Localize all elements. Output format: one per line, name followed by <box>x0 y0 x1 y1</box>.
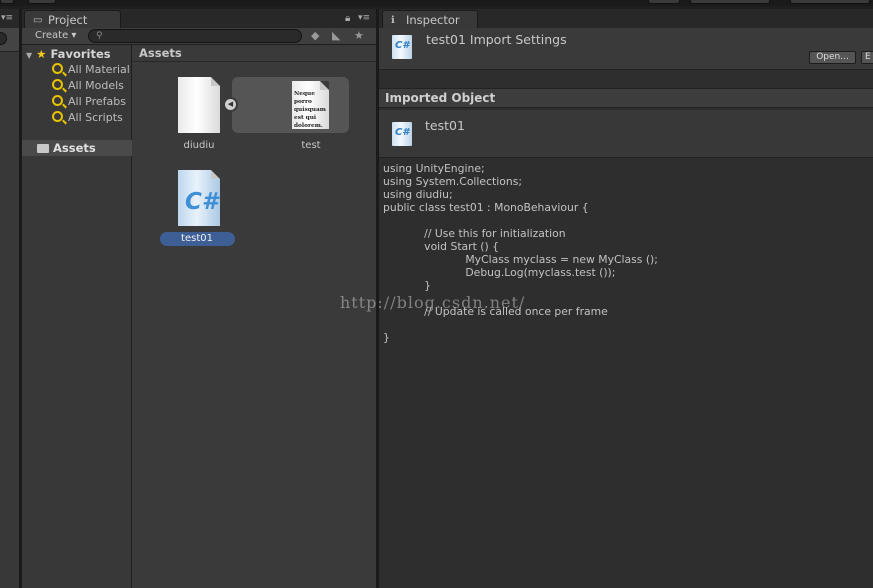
left-panel-header: ▾≡ <box>0 9 19 28</box>
search-icon <box>52 95 63 106</box>
favorites-label: Favorites <box>50 47 111 61</box>
favorite-label: All Scripts <box>68 111 123 124</box>
top-button[interactable] <box>0 0 14 4</box>
favorite-item-models[interactable]: All Models <box>52 79 124 92</box>
search-icon <box>52 63 63 74</box>
asset-grid: Assets diudiu ◀ Neque porro quisquam est… <box>132 45 376 588</box>
search-input[interactable]: ⚲ <box>88 29 302 43</box>
script-preview: using UnityEngine; using System.Collecti… <box>383 162 658 344</box>
inspector-tab-bar: ℹ Inspector <box>379 9 873 28</box>
tree-assets-label: Assets <box>53 141 96 155</box>
search-icon: ⚲ <box>96 31 103 41</box>
object-name: test01 <box>425 118 465 133</box>
panel-menu-icon[interactable]: ▾≡ <box>1 13 13 23</box>
top-button[interactable] <box>690 0 770 4</box>
favorite-item-scripts[interactable]: All Scripts <box>52 111 123 124</box>
expand-arrow-icon[interactable]: ◀ <box>223 97 238 112</box>
tab-project[interactable]: ▭ Project <box>24 10 121 28</box>
favorites-header[interactable]: ▼ ★ Favorites <box>26 47 111 61</box>
folder-icon <box>37 144 49 153</box>
imported-object-row: C# test01 <box>379 110 873 158</box>
asset-tile-test[interactable] <box>232 77 349 133</box>
project-tab-bar: ▭ Project 🔒︎ ▾≡ <box>22 9 376 28</box>
text-asset-icon[interactable] <box>178 77 220 133</box>
panel-divider[interactable] <box>19 9 22 588</box>
project-toolbar: Create ▾ ⚲ ◆ ◣ ★ <box>22 28 376 45</box>
asset-label-diudiu: diudiu <box>183 140 215 151</box>
search-icon <box>52 111 63 122</box>
tab-inspector[interactable]: ℹ Inspector <box>382 10 478 28</box>
left-search-field[interactable] <box>0 32 7 45</box>
star-icon: ★ <box>36 47 47 61</box>
filter-by-type-icon[interactable]: ◆ <box>311 29 319 42</box>
watermark: http://blog.csdn.net/ <box>340 293 526 312</box>
inspector-header: C# test01 Import Settings Open... E <box>379 28 873 70</box>
search-icon <box>52 79 63 90</box>
grid-breadcrumb: Assets <box>132 45 376 62</box>
saved-search-star-icon[interactable]: ★ <box>354 29 364 42</box>
text-asset-preview-icon: Neque porro quisquam est qui dolorem. <box>292 81 329 129</box>
inspector-title: test01 Import Settings <box>426 32 567 47</box>
favorite-label: All Prefabs <box>68 95 126 108</box>
left-panel-toolbar <box>0 28 19 52</box>
tab-project-label: Project <box>48 13 88 27</box>
top-button[interactable] <box>648 0 680 4</box>
folder-icon: ▭ <box>33 15 43 26</box>
asset-label-test01: test01 <box>181 233 213 244</box>
tab-inspector-label: Inspector <box>406 13 460 27</box>
open-button[interactable]: Open... <box>809 51 856 64</box>
imported-object-header: Imported Object <box>379 88 873 108</box>
left-panel: ▾≡ <box>0 9 19 588</box>
favorite-label: All Material <box>68 63 130 76</box>
project-panel: ▭ Project 🔒︎ ▾≡ Create ▾ ⚲ ◆ ◣ ★ ▼ ★ Fav… <box>22 9 376 588</box>
preview-text: Neque porro quisquam est qui dolorem. <box>294 91 326 129</box>
csharp-script-icon: C# <box>392 35 412 59</box>
asset-label-test: test <box>301 140 321 151</box>
tree-item-assets[interactable]: Assets <box>22 140 132 156</box>
favorite-item-materials[interactable]: All Material <box>52 63 130 76</box>
collapse-arrow-icon[interactable]: ▼ <box>26 51 32 60</box>
lock-icon[interactable]: 🔒︎ <box>345 13 350 24</box>
top-button[interactable] <box>790 0 870 4</box>
favorite-item-prefabs[interactable]: All Prefabs <box>52 95 126 108</box>
folder-tree: ▼ ★ Favorites All Material All Models Al… <box>22 45 132 588</box>
top-button[interactable] <box>28 0 56 4</box>
filter-by-label-icon[interactable]: ◣ <box>332 29 340 42</box>
create-button[interactable]: Create ▾ <box>29 29 81 44</box>
favorite-label: All Models <box>68 79 124 92</box>
csharp-glyph: C# <box>185 189 218 215</box>
execution-order-button[interactable]: E <box>861 51 873 64</box>
csharp-script-icon[interactable]: C# <box>178 170 220 226</box>
csharp-script-icon: C# <box>392 122 412 146</box>
info-icon: ℹ <box>391 15 395 26</box>
panel-menu-icon[interactable]: ▾≡ <box>358 13 370 23</box>
